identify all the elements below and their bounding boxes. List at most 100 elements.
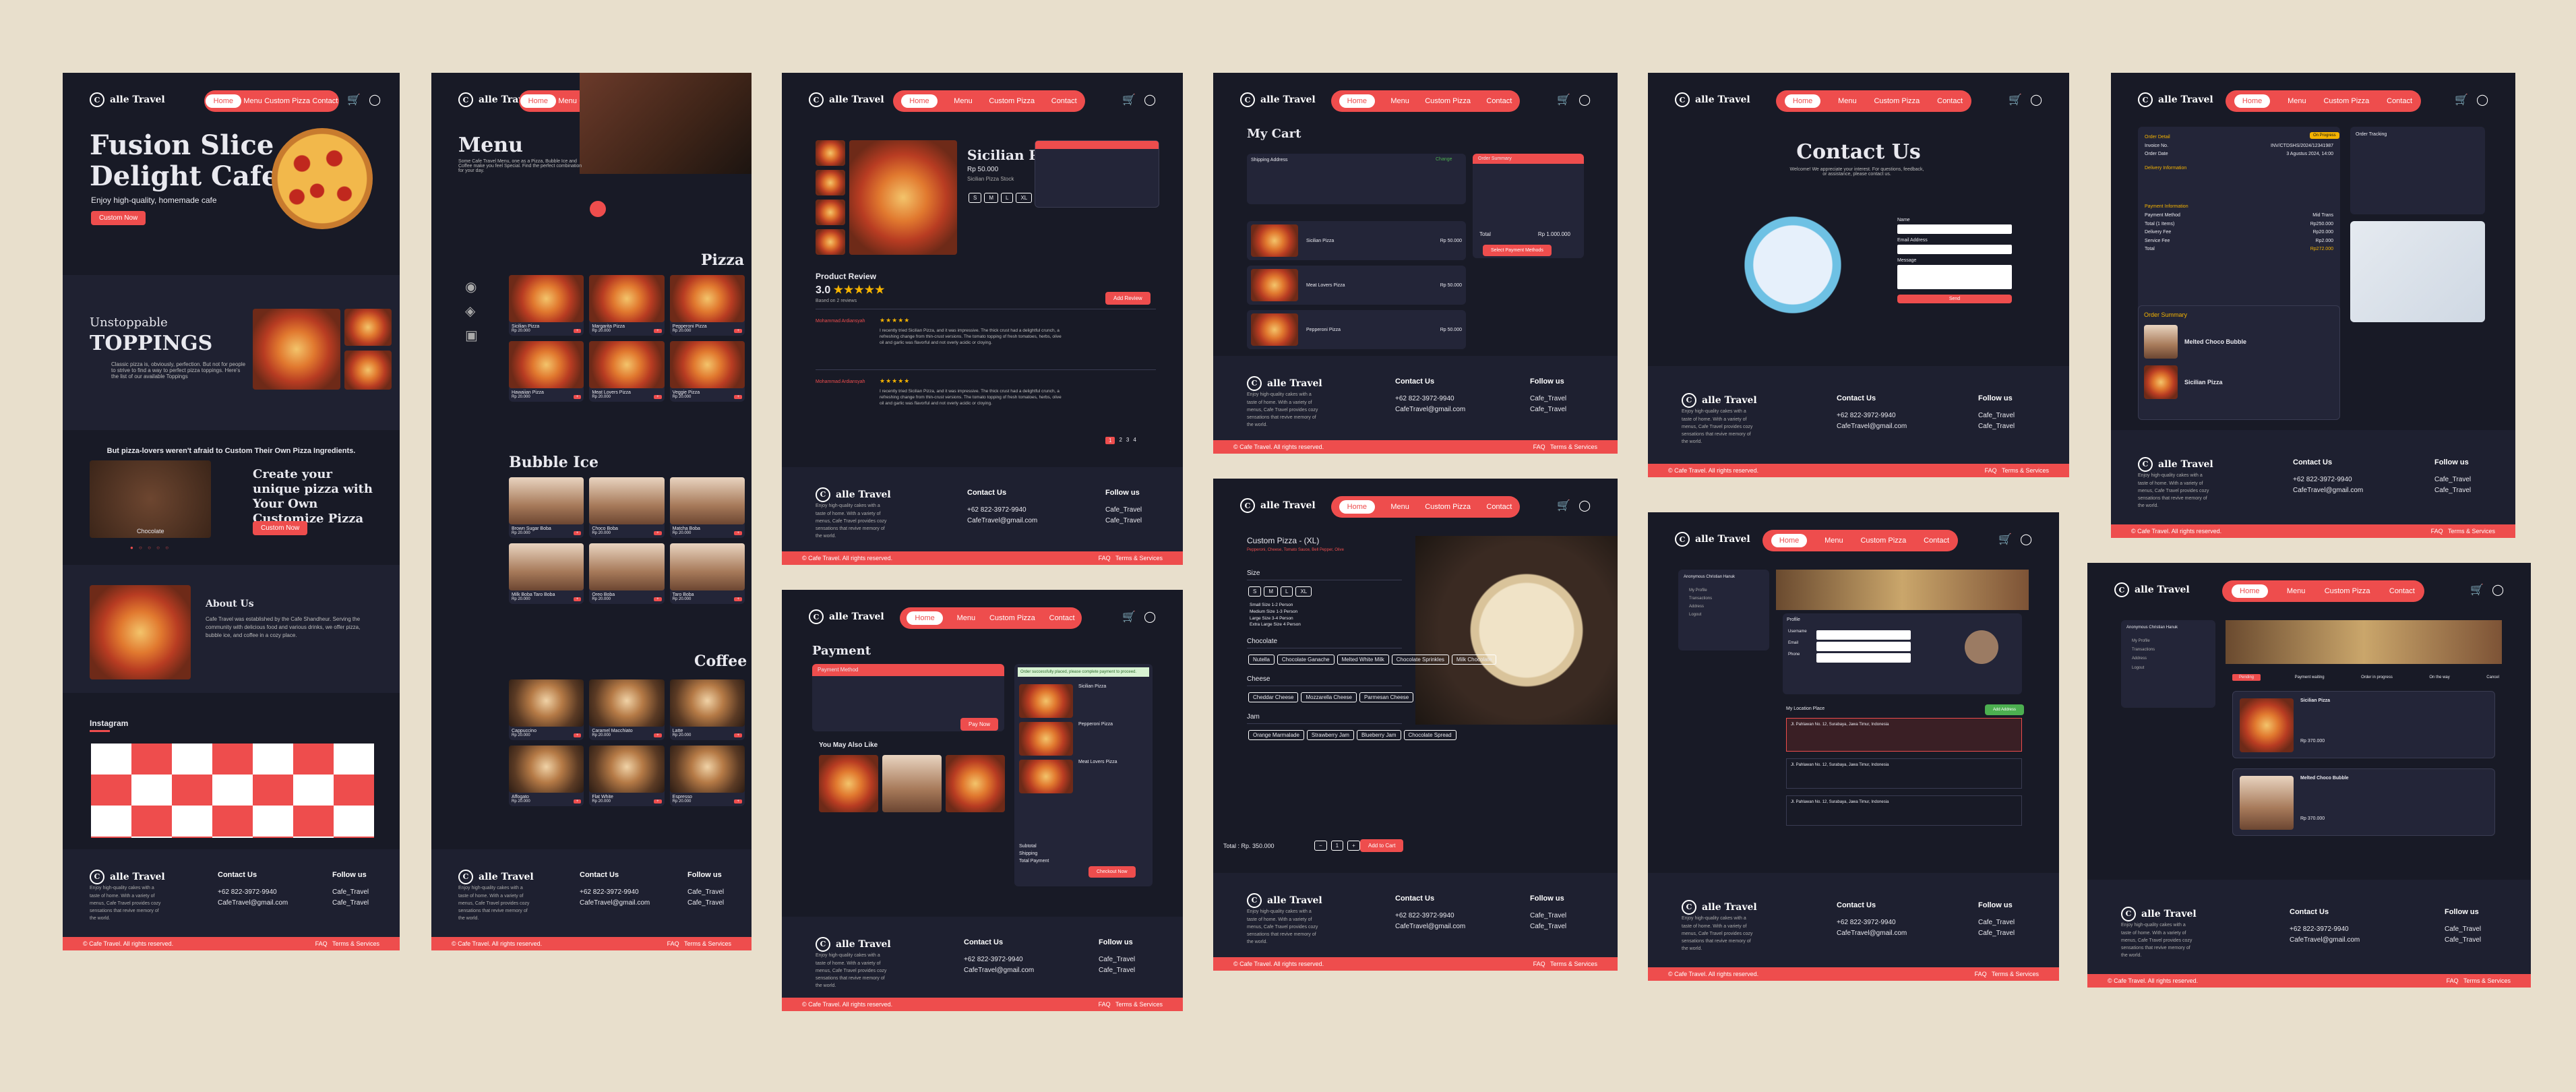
- menu-card[interactable]: Espresso Rp 20.000 +: [669, 746, 745, 806]
- nav-custom[interactable]: Custom Pizza: [989, 614, 1035, 622]
- footer-social-1[interactable]: Cafe_Travel: [1099, 954, 1135, 965]
- thumbnail-strip[interactable]: [816, 140, 845, 255]
- nav-contact[interactable]: Contact: [312, 97, 338, 105]
- nav-menu[interactable]: Menu: [558, 97, 577, 105]
- add-to-cart-button[interactable]: Add to Cart: [1360, 839, 1404, 852]
- email-input[interactable]: [1897, 245, 2012, 254]
- address-card-3[interactable]: Jl. Pahlawan No. 12, Surabaya, Jawa Timu…: [1786, 795, 2022, 826]
- option-chip[interactable]: Milk Chocolate: [1451, 655, 1497, 665]
- nav-contact[interactable]: Contact: [1937, 97, 1963, 105]
- sidebar-item-logout[interactable]: Logout: [1689, 611, 1758, 619]
- menu-card[interactable]: Choco Boba Rp 20.000 +: [589, 477, 665, 538]
- footer-social-2[interactable]: Cafe_Travel: [2445, 935, 2481, 946]
- add-button[interactable]: +: [734, 733, 742, 737]
- menu-card[interactable]: Cappuccino Rp 20.000 +: [509, 679, 584, 740]
- footer-social-1[interactable]: Cafe_Travel: [1978, 411, 2015, 421]
- name-input[interactable]: [1897, 224, 2012, 234]
- nav-contact[interactable]: Contact: [1049, 614, 1075, 622]
- add-button[interactable]: +: [573, 395, 582, 399]
- user-icon[interactable]: ◯: [369, 93, 381, 107]
- category-icons[interactable]: ◉ ◈ ▣: [465, 275, 478, 348]
- footer-email[interactable]: CafeTravel@gmail.com: [964, 965, 1034, 976]
- faq-link[interactable]: FAQ: [1533, 444, 1545, 450]
- nav-contact[interactable]: Contact: [1051, 97, 1077, 105]
- footer-social-2[interactable]: Cafe_Travel: [1978, 421, 2015, 432]
- faq-link[interactable]: FAQ: [667, 940, 679, 947]
- custom-now-button[interactable]: Custom Now: [253, 521, 308, 535]
- option-chip[interactable]: Cheddar Cheese: [1248, 692, 1299, 702]
- faq-link[interactable]: FAQ: [2447, 977, 2459, 984]
- nav-home[interactable]: Home: [1339, 500, 1375, 514]
- footer-social-1[interactable]: Cafe_Travel: [2434, 475, 2471, 485]
- add-button[interactable]: +: [654, 395, 662, 399]
- menu-card[interactable]: Caramel Macchiato Rp 20.000 +: [589, 679, 665, 740]
- user-icon[interactable]: ◯: [1578, 499, 1591, 512]
- page-3[interactable]: 3: [1126, 437, 1129, 444]
- faq-link[interactable]: FAQ: [2431, 528, 2443, 535]
- add-button[interactable]: +: [654, 329, 662, 333]
- select-payment-button[interactable]: Select Payment Methods: [1483, 245, 1552, 256]
- nav-home[interactable]: Home: [1784, 94, 1821, 108]
- faq-link[interactable]: FAQ: [1099, 1001, 1111, 1008]
- footer-social-2[interactable]: Cafe_Travel: [1530, 404, 1566, 415]
- option-chip[interactable]: Blueberry Jam: [1356, 730, 1401, 740]
- cart-icon[interactable]: 🛒: [1122, 93, 1136, 107]
- option-chip[interactable]: L: [1281, 586, 1293, 597]
- sidebar-item-transactions[interactable]: Transactions: [2132, 646, 2205, 655]
- checkout-button[interactable]: Checkout Now: [1088, 866, 1136, 878]
- menu-card[interactable]: Hawaiian Pizza Rp 20.000 +: [509, 341, 584, 402]
- terms-link[interactable]: Terms & Services: [1992, 971, 2039, 977]
- menu-card[interactable]: Veggie Pizza Rp 20.000 +: [669, 341, 745, 402]
- hero-cta-button[interactable]: Custom Now: [91, 211, 146, 225]
- footer-email[interactable]: CafeTravel@gmail.com: [1837, 928, 1907, 939]
- option-chip[interactable]: Chocolate Sprinkles: [1391, 655, 1449, 665]
- email-input[interactable]: [1816, 642, 1911, 651]
- footer-social-1[interactable]: Cafe_Travel: [2445, 924, 2481, 935]
- option-chip[interactable]: Mozzarella Cheese: [1301, 692, 1357, 702]
- avatar[interactable]: [1965, 630, 1998, 664]
- send-button[interactable]: Send: [1897, 295, 2012, 303]
- sidebar-item-transactions[interactable]: Transactions: [1689, 595, 1758, 603]
- add-button[interactable]: +: [573, 329, 582, 333]
- nav-menu[interactable]: Menu: [957, 614, 976, 622]
- nav-custom[interactable]: Custom Pizza: [1874, 97, 1920, 105]
- sidebar-item-address[interactable]: Address: [2132, 655, 2205, 663]
- sidebar-item-address[interactable]: Address: [1689, 603, 1758, 611]
- faq-link[interactable]: FAQ: [1975, 971, 1987, 977]
- faq-link[interactable]: FAQ: [315, 940, 328, 947]
- phone-input[interactable]: [1816, 653, 1911, 663]
- faq-link[interactable]: FAQ: [1099, 555, 1111, 562]
- footer-email[interactable]: CafeTravel@gmail.com: [2290, 935, 2360, 946]
- footer-social-1[interactable]: Cafe_Travel: [332, 887, 369, 898]
- nav-menu[interactable]: Menu: [243, 97, 262, 105]
- menu-card[interactable]: Latte Rp 20.000 +: [669, 679, 745, 740]
- add-button[interactable]: +: [734, 597, 742, 601]
- option-chip[interactable]: Chocolate Spread: [1403, 730, 1456, 740]
- tx-tab[interactable]: On the way: [2426, 674, 2452, 681]
- footer-email[interactable]: CafeTravel@gmail.com: [1395, 404, 1465, 415]
- nav-contact[interactable]: Contact: [1486, 503, 1512, 511]
- user-icon[interactable]: ◯: [1144, 93, 1156, 107]
- nav-menu[interactable]: Menu: [1390, 503, 1409, 511]
- scroll-down-button[interactable]: [590, 201, 606, 217]
- footer-social-1[interactable]: Cafe_Travel: [1105, 505, 1142, 516]
- page-1[interactable]: 1: [1105, 437, 1115, 444]
- tx-card-2[interactable]: Melted Choco Bubble Rp 370.000: [2232, 768, 2495, 836]
- change-address-link[interactable]: Change: [1436, 157, 1452, 162]
- terms-link[interactable]: Terms & Services: [1115, 555, 1163, 562]
- brand-logo[interactable]: Calle Travel: [809, 92, 884, 107]
- add-button[interactable]: +: [573, 733, 582, 737]
- tracking-map[interactable]: [2350, 221, 2485, 322]
- nav-custom[interactable]: Custom Pizza: [2325, 587, 2370, 595]
- footer-social-2[interactable]: Cafe_Travel: [2434, 485, 2471, 496]
- nav-home[interactable]: Home: [520, 94, 556, 108]
- menu-card[interactable]: Taro Boba Rp 20.000 +: [669, 543, 745, 604]
- footer-social-2[interactable]: Cafe_Travel: [332, 898, 369, 909]
- address-card-1[interactable]: Jl. Pahlawan No. 12, Surabaya, Jawa Timu…: [1786, 718, 2022, 752]
- add-button[interactable]: +: [573, 531, 582, 535]
- nav-menu[interactable]: Menu: [1838, 97, 1857, 105]
- option-chip[interactable]: Chocolate Ganache: [1277, 655, 1335, 665]
- pay-now-button[interactable]: Pay Now: [960, 718, 999, 731]
- tx-tab[interactable]: Pending: [2232, 674, 2261, 681]
- nav-home[interactable]: Home: [1339, 94, 1375, 108]
